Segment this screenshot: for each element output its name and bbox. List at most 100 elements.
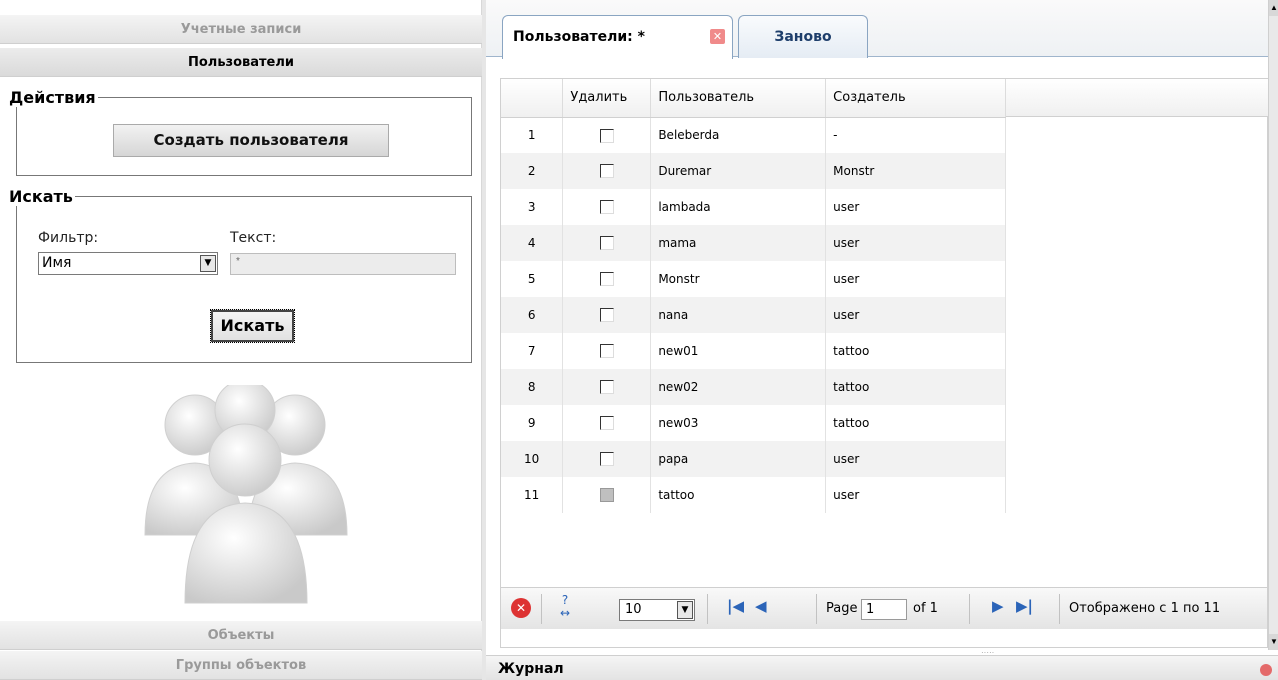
row-number: 5 xyxy=(501,261,564,297)
grid-header-filler xyxy=(1006,79,1268,117)
delete-checkbox[interactable] xyxy=(599,236,614,251)
creator-cell: tattoo xyxy=(825,369,1006,405)
scroll-up-icon[interactable]: ▲ xyxy=(1269,0,1278,16)
accordion-object-groups-header[interactable]: Группы объектов xyxy=(0,651,482,680)
row-number: 3 xyxy=(501,189,564,225)
text-label: Текст: xyxy=(230,230,277,246)
create-user-button[interactable]: Создать пользователя xyxy=(113,124,389,157)
page-label: Page xyxy=(826,601,858,616)
delete-cell xyxy=(562,189,652,225)
user-cell: mama xyxy=(650,225,827,261)
toolbar-separator xyxy=(707,594,708,624)
tab-users-label: Пользователи: * xyxy=(513,29,645,45)
delete-checkbox[interactable] xyxy=(599,128,614,143)
creator-cell: user xyxy=(825,441,1006,477)
filter-label: Фильтр: xyxy=(38,230,99,246)
search-text-input[interactable]: * xyxy=(230,253,456,275)
prev-page-icon[interactable]: ◀ xyxy=(755,597,767,615)
table-row[interactable]: 6 nana user xyxy=(501,297,1006,333)
user-cell: tattoo xyxy=(650,477,827,513)
search-legend: Искать xyxy=(9,187,73,206)
creator-cell: user xyxy=(825,189,1006,225)
creator-cell: user xyxy=(825,261,1006,297)
delete-cell xyxy=(562,225,652,261)
close-icon[interactable]: ✕ xyxy=(710,29,725,44)
delete-checkbox[interactable] xyxy=(599,272,614,287)
column-header-delete[interactable]: Удалить xyxy=(562,79,652,118)
page-size-select[interactable]: 10 ▼ xyxy=(619,599,695,621)
journal-panel: Журнал xyxy=(486,655,1278,680)
delete-checkbox[interactable] xyxy=(599,380,614,395)
delete-checkbox[interactable] xyxy=(599,344,614,359)
last-page-icon[interactable]: ▶| xyxy=(1016,597,1033,615)
paging-toolbar: ✕ ? ↔ 10 ▼ |◀ ◀ Page 1 of 1 ▶ ▶| Отображе… xyxy=(501,587,1267,629)
toolbar-separator xyxy=(969,594,970,624)
delete-cell xyxy=(562,477,652,513)
row-number: 8 xyxy=(501,369,564,405)
user-cell: nana xyxy=(650,297,827,333)
chevron-down-icon[interactable]: ▼ xyxy=(200,255,216,272)
table-row[interactable]: 5 Monstr user xyxy=(501,261,1006,297)
filter-select[interactable]: Имя ▼ xyxy=(38,252,218,275)
row-number: 2 xyxy=(501,153,564,189)
user-cell: papa xyxy=(650,441,827,477)
table-row[interactable]: 2 Duremar Monstr xyxy=(501,153,1006,189)
delete-cell xyxy=(562,369,652,405)
table-row[interactable]: 3 lambada user xyxy=(501,189,1006,225)
user-cell: Monstr xyxy=(650,261,827,297)
next-page-icon[interactable]: ▶ xyxy=(992,597,1004,615)
search-button[interactable]: Искать xyxy=(210,309,295,343)
table-row[interactable]: 1 Beleberda - xyxy=(501,117,1006,153)
table-row[interactable]: 8 new02 tattoo xyxy=(501,369,1006,405)
table-row[interactable]: 10 papa user xyxy=(501,441,1006,477)
creator-cell: tattoo xyxy=(825,405,1006,441)
right-panel: Пользователи: * ✕ Заново Удалить Пользов… xyxy=(486,0,1278,680)
display-info: Отображено с 1 по 11 xyxy=(1069,601,1221,616)
sort-icon[interactable]: ? ↔ xyxy=(553,594,577,620)
row-number: 10 xyxy=(501,441,564,477)
delete-checkbox xyxy=(599,488,614,503)
table-row[interactable]: 11 tattoo user xyxy=(501,477,1006,513)
tab-reset[interactable]: Заново xyxy=(738,15,868,58)
tab-users[interactable]: Пользователи: * ✕ xyxy=(502,15,733,59)
accordion-users-header[interactable]: Пользователи xyxy=(0,48,482,77)
users-table: Удалить Пользователь Создатель 1 Beleberd… xyxy=(501,79,1006,513)
column-header-creator[interactable]: Создатель xyxy=(825,79,1006,118)
table-row[interactable]: 7 new01 tattoo xyxy=(501,333,1006,369)
page-number-input[interactable]: 1 xyxy=(861,599,907,620)
creator-cell: Monstr xyxy=(825,153,1006,189)
row-number: 7 xyxy=(501,333,564,369)
creator-cell: tattoo xyxy=(825,333,1006,369)
row-number: 9 xyxy=(501,405,564,441)
users-group-icon xyxy=(144,385,348,604)
user-cell: Duremar xyxy=(650,153,827,189)
toolbar-separator xyxy=(1059,594,1060,624)
accordion-objects-header[interactable]: Объекты xyxy=(0,621,482,650)
toolbar-separator xyxy=(541,594,542,624)
chevron-down-icon[interactable]: ▼ xyxy=(677,601,693,619)
creator-cell: - xyxy=(825,117,1006,153)
delete-cell xyxy=(562,153,652,189)
cancel-icon[interactable]: ✕ xyxy=(511,598,531,618)
scroll-down-icon[interactable]: ▼ xyxy=(1269,634,1278,650)
delete-checkbox[interactable] xyxy=(599,308,614,323)
column-header-user[interactable]: Пользователь xyxy=(650,79,827,118)
delete-checkbox[interactable] xyxy=(599,200,614,215)
page-size-value: 10 xyxy=(625,602,642,617)
delete-cell xyxy=(562,297,652,333)
delete-checkbox[interactable] xyxy=(599,452,614,467)
page-of-label: of 1 xyxy=(913,601,938,616)
row-number: 1 xyxy=(501,117,564,153)
tab-bar: Пользователи: * ✕ Заново xyxy=(486,0,1268,59)
collapse-icon[interactable] xyxy=(1260,664,1272,676)
delete-checkbox[interactable] xyxy=(599,416,614,431)
first-page-icon[interactable]: |◀ xyxy=(727,597,744,615)
delete-checkbox[interactable] xyxy=(599,164,614,179)
table-header-row: Удалить Пользователь Создатель xyxy=(501,79,1006,118)
table-row[interactable]: 4 mama user xyxy=(501,225,1006,261)
delete-cell xyxy=(562,405,652,441)
accordion-accounts-header[interactable]: Учетные записи xyxy=(0,15,482,44)
delete-cell xyxy=(562,117,652,153)
vertical-scrollbar[interactable]: ▲ ▼ xyxy=(1268,0,1278,650)
table-row[interactable]: 9 new03 tattoo xyxy=(501,405,1006,441)
